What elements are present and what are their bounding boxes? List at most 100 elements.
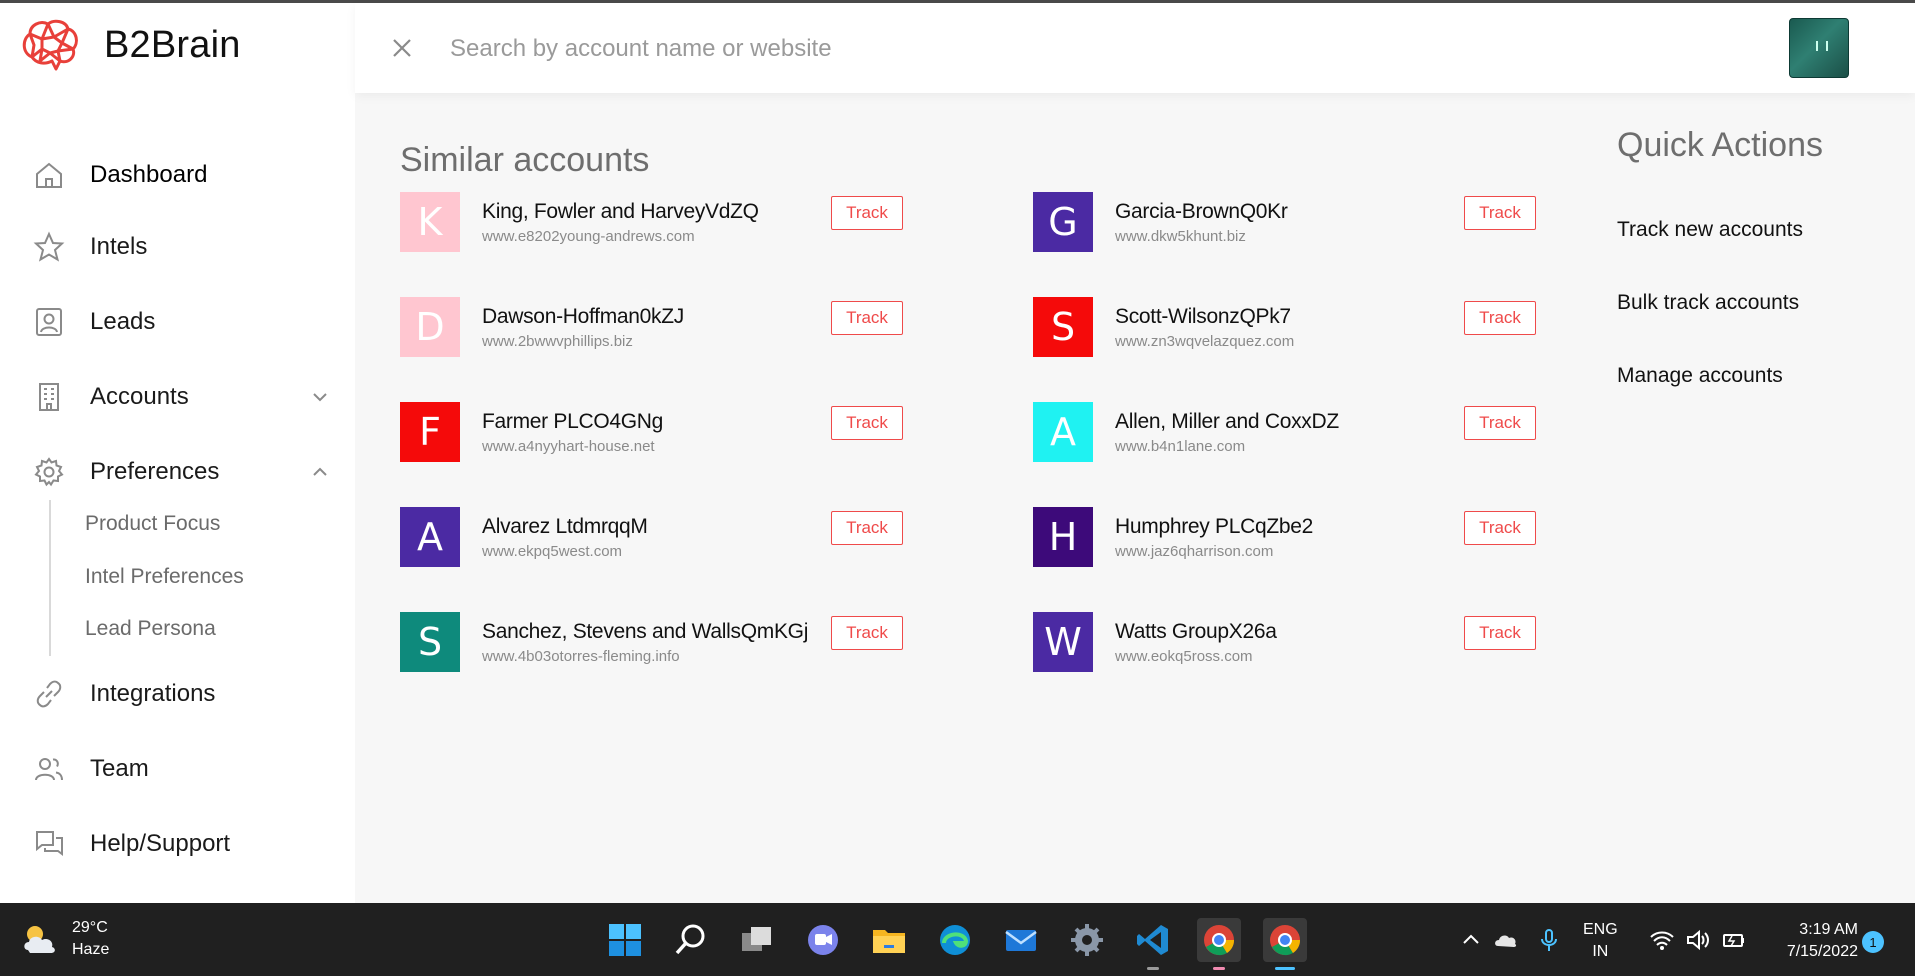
home-icon [30, 156, 68, 194]
submenu-guide-line [49, 500, 51, 656]
chevron-up-icon[interactable] [1458, 927, 1484, 953]
sidebar-item-team[interactable]: Team [30, 747, 340, 791]
account-name[interactable]: Watts GroupX26a [1115, 620, 1277, 644]
account-card[interactable]: S Sanchez, Stevens and WallsQmKGj www.4b03… [400, 612, 920, 674]
sidebar-item-label: Intels [90, 233, 148, 260]
account-name[interactable]: Alvarez LtdmrqqM [482, 515, 648, 539]
account-avatar-tile: S [1033, 297, 1093, 357]
account-website: www.b4n1lane.com [1115, 438, 1246, 455]
account-card[interactable]: K King, Fowler and HarveyVdZQ www.e8202you… [400, 192, 920, 254]
account-name[interactable]: Garcia-BrownQ0Kr [1115, 200, 1288, 224]
account-website: www.2bwwvphillips.biz [482, 333, 633, 350]
account-card[interactable]: A Allen, Miller and CoxxDZ www.b4n1lane.co… [1033, 402, 1553, 464]
chrome-icon[interactable] [1197, 918, 1241, 970]
account-card[interactable]: D Dawson-Hoffman0kZJ www.2bwwvphillips.biz… [400, 297, 920, 359]
weather-widget[interactable]: 29°C Haze [20, 917, 109, 961]
track-button[interactable]: Track [1464, 301, 1536, 335]
track-button[interactable]: Track [1464, 511, 1536, 545]
track-button[interactable]: Track [1464, 196, 1536, 230]
track-button[interactable]: Track [831, 616, 903, 650]
account-name[interactable]: Allen, Miller and CoxxDZ [1115, 410, 1339, 434]
track-button[interactable]: Track [831, 511, 903, 545]
clock-time: 3:19 AM [1799, 921, 1858, 938]
account-card[interactable]: H Humphrey PLCqZbe2 www.jaz6qharrison.com T… [1033, 507, 1553, 569]
account-website: www.jaz6qharrison.com [1115, 543, 1274, 560]
weather-temp: 29°C [72, 919, 108, 936]
account-website: www.eokq5ross.com [1115, 648, 1253, 665]
windows-start-icon[interactable] [603, 918, 647, 962]
sidebar-item-leads[interactable]: Leads [30, 300, 340, 344]
sidebar-item-label: Integrations [90, 680, 216, 707]
clock-date: 7/15/2022 [1786, 943, 1858, 960]
account-name[interactable]: Sanchez, Stevens and WallsQmKGj [482, 620, 808, 644]
top-header [355, 3, 1915, 93]
sidebar-item-preferences[interactable]: Preferences [30, 450, 340, 494]
search-icon[interactable] [669, 918, 713, 962]
bulk-track-accounts-link[interactable]: Bulk track accounts [1617, 291, 1799, 315]
microphone-icon[interactable] [1536, 927, 1562, 953]
account-name[interactable]: Dawson-Hoffman0kZJ [482, 305, 684, 329]
chevron-up-icon[interactable] [310, 462, 330, 482]
account-website: www.dkw5khunt.biz [1115, 228, 1246, 245]
track-new-accounts-link[interactable]: Track new accounts [1617, 218, 1803, 242]
language-indicator[interactable]: ENG IN [1583, 919, 1618, 963]
account-website: www.a4nyyhart-house.net [482, 438, 655, 455]
account-card[interactable]: S Scott-WilsonzQPk7 www.zn3wqvelazquez.com… [1033, 297, 1553, 359]
weather-condition: Haze [72, 941, 110, 958]
account-website: www.zn3wqvelazquez.com [1115, 333, 1295, 350]
sidebar-item-dashboard[interactable]: Dashboard [30, 153, 340, 197]
chat-icon [30, 825, 68, 863]
track-button[interactable]: Track [831, 301, 903, 335]
sidebar-item-accounts[interactable]: Accounts [30, 375, 340, 419]
wifi-icon[interactable] [1649, 927, 1675, 953]
onedrive-icon[interactable] [1493, 927, 1519, 953]
notification-badge[interactable]: 1 [1862, 931, 1884, 953]
track-button[interactable]: Track [831, 406, 903, 440]
teams-chat-icon[interactable] [801, 918, 845, 962]
track-button[interactable]: Track [1464, 616, 1536, 650]
mail-icon[interactable] [999, 918, 1043, 962]
search-input[interactable] [450, 23, 1350, 75]
main-content: Similar accounts K King, Fowler and Harve… [355, 3, 1915, 903]
sidebar: B2Brain Dashboard Intels Leads Accounts … [0, 3, 355, 903]
task-view-icon[interactable] [735, 918, 779, 962]
file-explorer-icon[interactable] [867, 918, 911, 962]
account-avatar-tile: K [400, 192, 460, 252]
account-card[interactable]: A Alvarez LtdmrqqM www.ekpq5west.com Track [400, 507, 920, 569]
language-code: ENG [1583, 921, 1618, 938]
chrome-icon[interactable] [1263, 918, 1307, 970]
system-clock[interactable]: 3:19 AM 7/15/2022 [1768, 919, 1858, 963]
chevron-down-icon[interactable] [310, 387, 330, 407]
sidebar-item-label: Team [90, 755, 149, 782]
sidebar-subitem-product-focus[interactable]: Product Focus [85, 512, 220, 536]
sidebar-item-help-support[interactable]: Help/Support [30, 822, 340, 866]
sidebar-subitem-lead-persona[interactable]: Lead Persona [85, 617, 216, 641]
account-card[interactable]: F Farmer PLCO4GNg www.a4nyyhart-house.net T… [400, 402, 920, 464]
account-name[interactable]: King, Fowler and HarveyVdZQ [482, 200, 759, 224]
account-name[interactable]: Scott-WilsonzQPk7 [1115, 305, 1291, 329]
section-title: Similar accounts [400, 141, 650, 179]
building-icon [30, 378, 68, 416]
account-name[interactable]: Farmer PLCO4GNg [482, 410, 663, 434]
battery-icon[interactable] [1721, 927, 1747, 953]
sidebar-item-integrations[interactable]: Integrations [30, 672, 340, 716]
team-icon [30, 750, 68, 788]
account-website: www.e8202young-andrews.com [482, 228, 695, 245]
settings-icon[interactable] [1065, 918, 1109, 962]
close-icon[interactable] [390, 36, 414, 60]
account-card[interactable]: G Garcia-BrownQ0Kr www.dkw5khunt.biz Track [1033, 192, 1553, 254]
sidebar-subitem-intel-preferences[interactable]: Intel Preferences [85, 565, 244, 589]
account-card[interactable]: W Watts GroupX26a www.eokq5ross.com Track [1033, 612, 1553, 674]
manage-accounts-link[interactable]: Manage accounts [1617, 364, 1783, 388]
avatar[interactable] [1789, 18, 1849, 78]
account-name[interactable]: Humphrey PLCqZbe2 [1115, 515, 1313, 539]
sidebar-item-label: Dashboard [90, 161, 208, 188]
track-button[interactable]: Track [831, 196, 903, 230]
brand-logo[interactable]: B2Brain [20, 17, 241, 73]
sidebar-item-intels[interactable]: Intels [30, 225, 340, 269]
edge-icon[interactable] [933, 918, 977, 962]
sidebar-item-label: Preferences [90, 458, 220, 485]
track-button[interactable]: Track [1464, 406, 1536, 440]
volume-icon[interactable] [1685, 927, 1711, 953]
vscode-icon[interactable] [1131, 918, 1175, 970]
